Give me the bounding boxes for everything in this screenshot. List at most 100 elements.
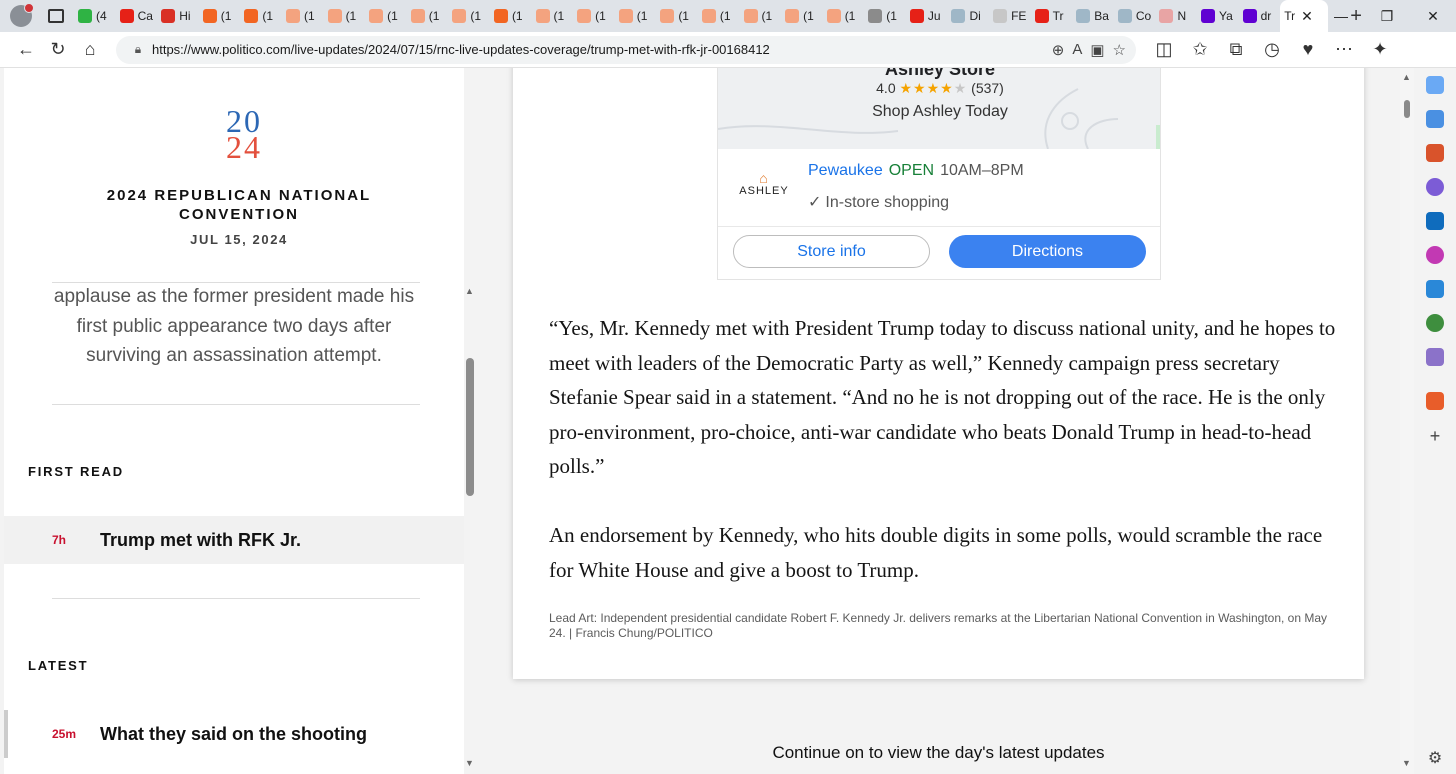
store-city[interactable]: Pewaukee bbox=[808, 162, 883, 179]
browser-tab[interactable]: (1 bbox=[864, 0, 906, 32]
designer-icon[interactable] bbox=[1426, 246, 1444, 264]
scroll-up-icon[interactable]: ▲ bbox=[1402, 72, 1411, 82]
browser-tab[interactable]: (1 bbox=[656, 0, 698, 32]
tab-favicon-icon bbox=[1242, 9, 1257, 23]
scroll-down-icon[interactable]: ▼ bbox=[1402, 758, 1411, 768]
browser-tab[interactable]: Ju bbox=[906, 0, 948, 32]
browser-tab[interactable]: (1 bbox=[324, 0, 366, 32]
more-menu-icon[interactable]: ⋯ bbox=[1328, 34, 1360, 66]
tab-favicon-icon bbox=[618, 9, 633, 23]
history-icon[interactable]: ◷ bbox=[1256, 34, 1288, 66]
browser-tab[interactable]: (1 bbox=[823, 0, 865, 32]
browser-tab[interactable]: (1 bbox=[199, 0, 241, 32]
item-title[interactable]: What they said on the shooting bbox=[100, 724, 367, 745]
browser-tab[interactable]: (1 bbox=[240, 0, 282, 32]
tab-label: (1 bbox=[844, 9, 856, 23]
collections-icon[interactable]: ⧉ bbox=[1220, 34, 1252, 66]
tab-label: (1 bbox=[803, 9, 814, 23]
ad-tagline[interactable]: Shop Ashley Today bbox=[718, 103, 1160, 121]
tab-favicon-icon bbox=[1076, 9, 1091, 23]
minimize-button[interactable]: — bbox=[1318, 0, 1364, 32]
add-sidebar-icon[interactable]: + bbox=[1430, 426, 1441, 447]
continue-prompt[interactable]: Continue on to view the day's latest upd… bbox=[513, 743, 1364, 763]
games-icon[interactable] bbox=[1426, 348, 1444, 366]
browser-tab[interactable]: (1 bbox=[781, 0, 823, 32]
store-ad[interactable]: Ashley Store 4.0 ★★★★★ (537) Shop Ashley… bbox=[717, 68, 1161, 280]
tools-icon[interactable] bbox=[1426, 144, 1444, 162]
scroll-up-icon[interactable]: ▲ bbox=[465, 286, 474, 296]
house-icon: ⌂ bbox=[759, 170, 769, 186]
page-scroll-thumb[interactable] bbox=[1404, 100, 1410, 118]
rail-scrollbar[interactable]: ▲ ▼ bbox=[464, 282, 478, 774]
browser-tab[interactable]: (1 bbox=[407, 0, 449, 32]
tab-label: Ju bbox=[927, 9, 941, 23]
restore-button[interactable]: ❐ bbox=[1364, 0, 1410, 32]
browser-tab[interactable]: Co bbox=[1114, 0, 1156, 32]
browser-tab[interactable]: (1 bbox=[532, 0, 574, 32]
logo-bottom: 24 bbox=[226, 129, 262, 165]
settings-gear-icon[interactable]: ⚙ bbox=[1428, 748, 1442, 768]
rail-scroll-thumb[interactable] bbox=[466, 358, 474, 496]
browser-tab[interactable]: (4 bbox=[74, 0, 116, 32]
back-icon[interactable]: ← bbox=[10, 34, 42, 66]
outlook-icon[interactable] bbox=[1426, 212, 1444, 230]
first-read-item[interactable]: 7h Trump met with RFK Jr. bbox=[4, 516, 464, 564]
browser-tab[interactable]: (1 bbox=[740, 0, 782, 32]
item-title[interactable]: Trump met with RFK Jr. bbox=[100, 530, 301, 551]
immersive-reader-icon[interactable]: ▣ bbox=[1090, 41, 1104, 59]
browser-tab[interactable]: (1 bbox=[282, 0, 324, 32]
browser-tab[interactable]: (1 bbox=[448, 0, 490, 32]
ashley-logo[interactable]: ⌂ ASHLEY bbox=[736, 171, 792, 197]
page-scrollbar[interactable]: ▲ ▼ bbox=[1400, 68, 1414, 774]
office-icon[interactable] bbox=[1426, 178, 1444, 196]
favorites-icon[interactable]: ✩ bbox=[1184, 34, 1216, 66]
split-screen-icon[interactable]: ◫ bbox=[1148, 34, 1180, 66]
close-tab-icon[interactable]: ✕ bbox=[1301, 8, 1313, 25]
directions-button[interactable]: Directions bbox=[949, 235, 1146, 268]
send-icon[interactable] bbox=[1426, 280, 1444, 298]
store-location[interactable]: Pewaukee OPEN 10AM–8PM bbox=[808, 162, 1024, 180]
tab-label: (1 bbox=[636, 9, 648, 23]
browser-tab[interactable]: Ca bbox=[116, 0, 158, 32]
latest-item[interactable]: 25m What they said on the shooting bbox=[4, 710, 464, 758]
tab-favicon-icon bbox=[1117, 9, 1132, 23]
browser-tab[interactable]: (1 bbox=[365, 0, 407, 32]
read-aloud-icon[interactable]: A bbox=[1072, 41, 1082, 59]
browser-tab[interactable]: FE bbox=[989, 0, 1031, 32]
home-icon[interactable]: ⌂ bbox=[74, 34, 106, 66]
browser-tab[interactable]: N bbox=[1155, 0, 1197, 32]
excerpt-text: applause as the former president made hi… bbox=[53, 286, 415, 366]
store-name[interactable]: Ashley Store bbox=[718, 68, 1160, 80]
browser-tab[interactable]: Di bbox=[947, 0, 989, 32]
browser-tab[interactable]: (1 bbox=[698, 0, 740, 32]
browser-tab[interactable]: Hi bbox=[157, 0, 199, 32]
copilot-icon[interactable]: ✦ bbox=[1364, 34, 1396, 66]
tab-label: Tr bbox=[1284, 9, 1296, 23]
address-bar[interactable]: 🔒︎ https://www.politico.com/live-updates… bbox=[116, 35, 1136, 64]
refresh-icon[interactable]: ↻ bbox=[42, 34, 74, 66]
store-info-button[interactable]: Store info bbox=[733, 235, 930, 268]
favorite-star-icon[interactable]: ☆ bbox=[1113, 41, 1126, 59]
substack-icon[interactable] bbox=[1426, 392, 1444, 410]
scroll-down-icon[interactable]: ▼ bbox=[465, 758, 474, 768]
tab-actions-icon[interactable] bbox=[48, 9, 64, 23]
zoom-icon[interactable]: ⊕ bbox=[1052, 41, 1065, 59]
browser-tab[interactable]: Tr bbox=[1031, 0, 1073, 32]
url-text[interactable]: https://www.politico.com/live-updates/20… bbox=[152, 42, 1052, 57]
tree-icon[interactable] bbox=[1426, 314, 1444, 332]
lock-icon[interactable]: 🔒︎ bbox=[124, 42, 152, 57]
close-window-button[interactable]: ✕ bbox=[1410, 0, 1456, 32]
shopping-tag-icon[interactable] bbox=[1426, 110, 1444, 128]
browser-tab[interactable]: dr bbox=[1239, 0, 1281, 32]
tab-label: (1 bbox=[719, 9, 731, 23]
tab-favicon-icon bbox=[993, 9, 1008, 23]
browser-tab[interactable]: Ya bbox=[1197, 0, 1239, 32]
profile-avatar[interactable] bbox=[10, 3, 34, 27]
browser-tab[interactable]: (1 bbox=[490, 0, 532, 32]
search-icon[interactable] bbox=[1426, 76, 1444, 94]
browser-tab[interactable]: (1 bbox=[573, 0, 615, 32]
extensions-icon[interactable]: ♥ bbox=[1292, 34, 1324, 66]
browser-tab[interactable]: Ba bbox=[1072, 0, 1114, 32]
browser-tab[interactable]: (1 bbox=[615, 0, 657, 32]
tab-label: N bbox=[1177, 9, 1187, 23]
